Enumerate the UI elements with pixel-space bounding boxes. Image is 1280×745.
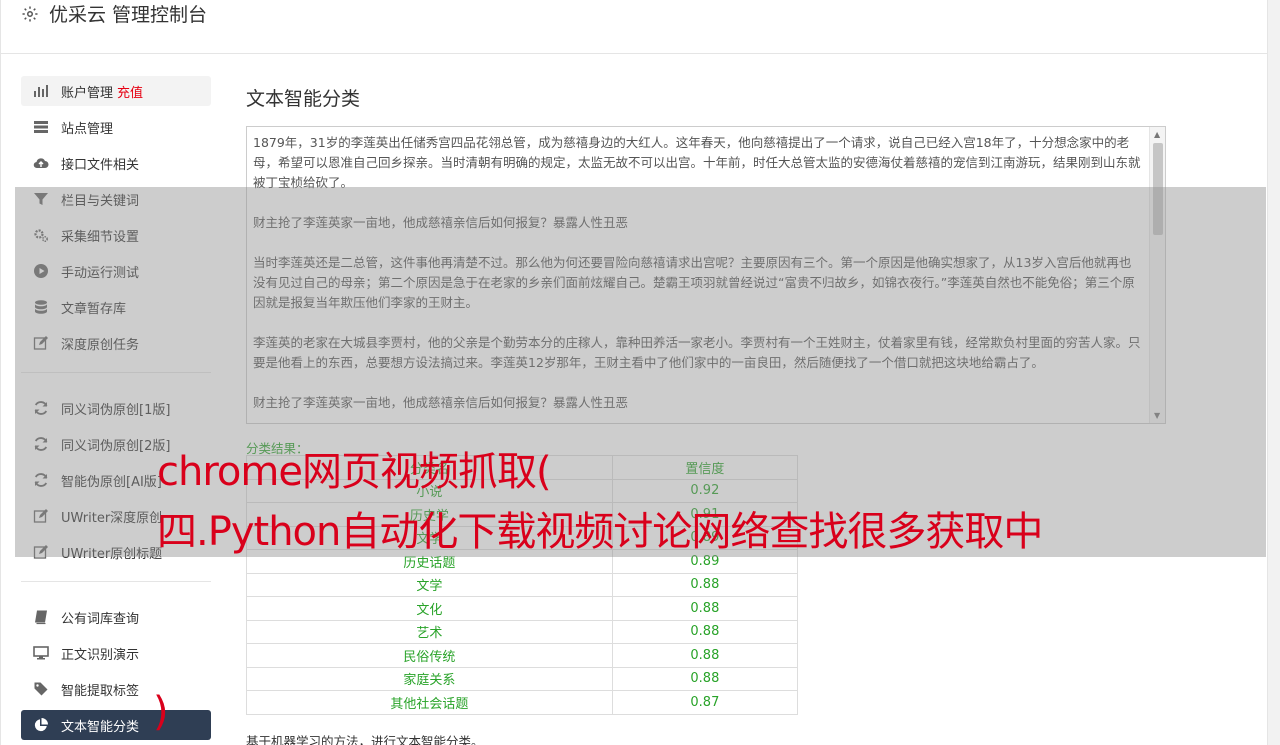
sidebar-item-13[interactable]: 公有词库查询 bbox=[21, 602, 211, 632]
tag-icon bbox=[33, 681, 49, 697]
sidebar-item-label: 公有词库查询 bbox=[61, 611, 140, 627]
gear-icon[interactable] bbox=[21, 5, 39, 23]
sidebar-item-0[interactable]: 账户管理 充值 bbox=[21, 76, 211, 106]
overlay-watermark-line-2: 四.Python自动化下载视频讨论网络查找很多获取中 bbox=[157, 509, 1043, 555]
server-icon bbox=[33, 119, 49, 135]
sidebar-item-14[interactable]: 正文识别演示 bbox=[21, 638, 211, 668]
overlay-watermark-line-3: ) bbox=[153, 689, 169, 735]
table-row: 文化 0.88 bbox=[246, 596, 799, 621]
sidebar-item-label: 账户管理 bbox=[61, 85, 114, 101]
sidebar-item-label: 智能提取标签 bbox=[61, 683, 140, 699]
top-header: 优采云 管理控制台 bbox=[1, 0, 1267, 54]
footer-note: 基于机器学习的方法，进行文本智能分类。 bbox=[246, 733, 484, 745]
category-cell: 其他社会话题 bbox=[246, 690, 613, 715]
confidence-cell: 0.88 bbox=[611, 643, 799, 668]
category-cell: 民俗传统 bbox=[246, 643, 613, 668]
confidence-cell: 0.88 bbox=[611, 596, 799, 621]
pie-chart-icon bbox=[33, 717, 49, 733]
sidebar-item-15[interactable]: 智能提取标签 bbox=[21, 674, 211, 704]
sidebar-item-label: 正文识别演示 bbox=[61, 647, 140, 663]
desktop-icon bbox=[33, 645, 49, 661]
category-cell: 文化 bbox=[246, 596, 613, 621]
sidebar-divider bbox=[21, 581, 211, 582]
bar-chart-icon bbox=[33, 83, 49, 99]
category-cell: 家庭关系 bbox=[246, 666, 613, 691]
table-row: 其他社会话题 0.87 bbox=[246, 690, 799, 715]
confidence-cell: 0.88 bbox=[611, 666, 799, 691]
page-title: 文本智能分类 bbox=[246, 88, 361, 110]
category-cell: 文学 bbox=[246, 572, 613, 597]
confidence-cell: 0.87 bbox=[611, 690, 799, 715]
sidebar-item-1[interactable]: 站点管理 bbox=[21, 112, 211, 142]
sidebar-item-label: 接口文件相关 bbox=[61, 157, 140, 173]
textarea-paragraph: 1879年，31岁的李莲英出任储秀宫四品花翎总管，成为慈禧身边的大红人。这年春天… bbox=[253, 135, 1141, 190]
category-cell: 艺术 bbox=[246, 619, 613, 644]
sidebar-item-label: 站点管理 bbox=[61, 121, 114, 137]
table-row: 民俗传统 0.88 bbox=[246, 643, 799, 668]
overlay-watermark-line-1: chrome网页视频抓取( bbox=[157, 449, 552, 495]
sidebar-item-16[interactable]: 文本智能分类 bbox=[21, 710, 211, 740]
sidebar-item-label: 文本智能分类 bbox=[61, 719, 140, 735]
confidence-cell: 0.88 bbox=[611, 572, 799, 597]
console-title: 优采云 管理控制台 bbox=[49, 4, 208, 26]
confidence-cell: 0.88 bbox=[611, 619, 799, 644]
gray-overlay-band bbox=[15, 187, 1266, 557]
table-row: 文学 0.88 bbox=[246, 572, 799, 597]
table-row: 艺术 0.88 bbox=[246, 619, 799, 644]
sidebar-item-2[interactable]: 接口文件相关 bbox=[21, 148, 211, 178]
table-row: 家庭关系 0.88 bbox=[246, 666, 799, 691]
recharge-link[interactable]: 充值 bbox=[117, 82, 143, 101]
scroll-up-arrow-icon[interactable]: ▲ bbox=[1154, 130, 1160, 139]
book-icon bbox=[33, 609, 49, 625]
cloud-upload-icon bbox=[33, 155, 49, 171]
